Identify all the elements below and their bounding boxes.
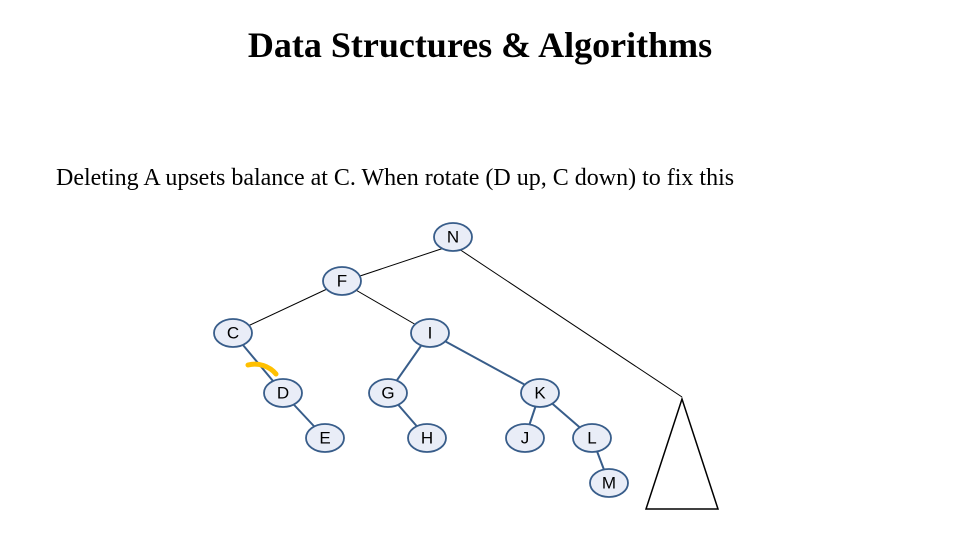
node-N: N	[434, 223, 472, 251]
node-label: C	[227, 324, 239, 343]
subtree-triangle-icon	[646, 399, 718, 509]
node-C: C	[214, 319, 252, 347]
node-label: N	[447, 228, 459, 247]
node-M: M	[590, 469, 628, 497]
node-label: K	[534, 384, 546, 403]
node-label: L	[587, 429, 596, 448]
node-label: F	[337, 272, 347, 291]
node-label: G	[381, 384, 394, 403]
node-label: I	[428, 324, 433, 343]
node-G: G	[369, 379, 407, 407]
node-D: D	[264, 379, 302, 407]
node-label: D	[277, 384, 289, 403]
edge-N-tri-right	[453, 245, 682, 397]
node-label: H	[421, 429, 433, 448]
node-label: E	[319, 429, 330, 448]
edge-I-K	[430, 333, 540, 393]
tree-diagram: N F C I D G K E H J L M	[0, 0, 960, 540]
node-H: H	[408, 424, 446, 452]
node-K: K	[521, 379, 559, 407]
node-L: L	[573, 424, 611, 452]
node-I: I	[411, 319, 449, 347]
node-label: M	[602, 474, 616, 493]
node-E: E	[306, 424, 344, 452]
node-label: J	[521, 429, 530, 448]
node-J: J	[506, 424, 544, 452]
node-F: F	[323, 267, 361, 295]
